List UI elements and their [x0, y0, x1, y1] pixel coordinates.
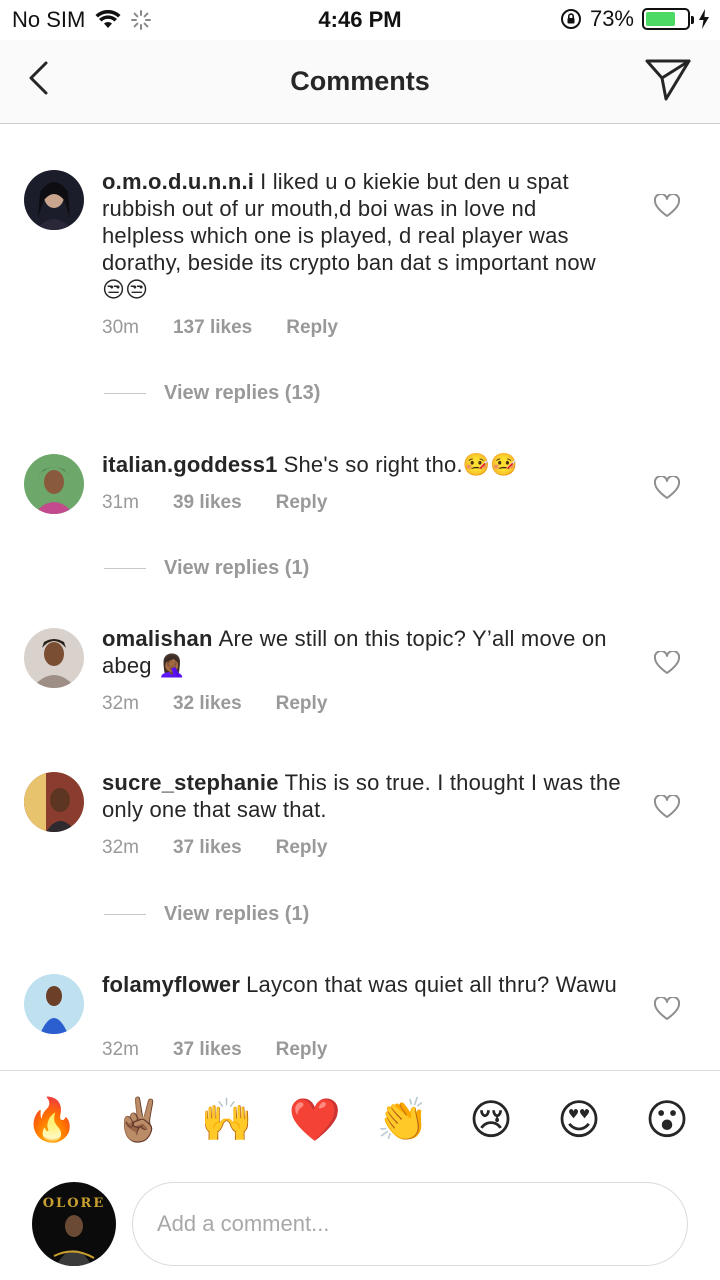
view-replies-label[interactable]: View replies (1): [164, 903, 309, 926]
comment-likes[interactable]: 37 likes: [173, 837, 242, 859]
emoji-bar-divider: [0, 1070, 720, 1071]
comment-meta: 30m 137 likes Reply: [102, 317, 372, 339]
reply-button[interactable]: Reply: [276, 693, 328, 715]
battery-icon: [642, 8, 694, 30]
comment-body: Laycon that was quiet all thru? Wawu: [246, 972, 617, 997]
crying-face-emoji-button[interactable]: 😢: [461, 1090, 521, 1150]
view-replies-button[interactable]: View replies (1): [104, 557, 309, 580]
comments-header: Comments: [0, 40, 720, 124]
view-replies-line: [104, 914, 146, 915]
comment-text: o.m.o.d.u.n.n.i I liked u o kiekie but de…: [102, 168, 622, 303]
reply-button[interactable]: Reply: [276, 1039, 328, 1061]
heart-icon[interactable]: [654, 795, 680, 819]
battery-percent: 73%: [589, 6, 634, 31]
comment-meta: 31m 39 likes Reply: [102, 492, 361, 514]
emoji-quick-bar: 🔥 ✌🏽 🙌 ❤️ 👏 😢 😍 😮: [0, 1090, 720, 1154]
red-heart-emoji-button[interactable]: ❤️: [285, 1090, 345, 1150]
comment-username[interactable]: italian.goddess1: [102, 452, 278, 477]
my-avatar[interactable]: OLORE: [32, 1182, 116, 1266]
heart-icon[interactable]: [654, 997, 680, 1021]
avatar[interactable]: [24, 974, 84, 1034]
comment-username[interactable]: omalishan: [102, 626, 213, 651]
comment-text: omalishan Are we still on this topic? Y’a…: [102, 625, 622, 679]
heart-icon[interactable]: [654, 651, 680, 675]
view-replies-label[interactable]: View replies (1): [164, 557, 309, 580]
comment-meta: 32m 37 likes Reply: [102, 1039, 361, 1061]
raised-hands-emoji-button[interactable]: 🙌: [197, 1090, 257, 1150]
comments-list: o.m.o.d.u.n.n.i I liked u o kiekie but de…: [0, 124, 720, 1070]
view-replies-line: [104, 568, 146, 569]
comment-likes[interactable]: 32 likes: [173, 693, 242, 715]
reply-button[interactable]: Reply: [276, 837, 328, 859]
view-replies-button[interactable]: View replies (13): [104, 382, 320, 405]
paper-plane-icon[interactable]: [644, 56, 692, 102]
heart-icon[interactable]: [654, 194, 680, 218]
avatar[interactable]: [24, 772, 84, 832]
status-bar: No SIM 4:46 PM 73%: [0, 0, 720, 40]
view-replies-line: [104, 393, 146, 394]
comment-likes[interactable]: 37 likes: [173, 1039, 242, 1061]
add-comment-input[interactable]: [132, 1182, 688, 1266]
avatar[interactable]: [24, 628, 84, 688]
status-right: 73%: [560, 6, 710, 32]
clapping-hands-emoji-button[interactable]: 👏: [373, 1090, 433, 1150]
comment-time: 32m: [102, 837, 139, 858]
view-replies-label[interactable]: View replies (13): [164, 382, 320, 405]
comment-time: 31m: [102, 492, 139, 513]
comment-time: 32m: [102, 1039, 139, 1060]
fire-emoji-button[interactable]: 🔥: [22, 1090, 82, 1150]
rotation-lock-icon: [560, 9, 581, 29]
battery-level: [646, 12, 676, 26]
comment-username[interactable]: folamyflower: [102, 972, 240, 997]
view-replies-button[interactable]: View replies (1): [104, 903, 309, 926]
comment-username[interactable]: o.m.o.d.u.n.n.i: [102, 169, 254, 194]
reply-button[interactable]: Reply: [276, 492, 328, 514]
comment-username[interactable]: sucre_stephanie: [102, 770, 279, 795]
comment-likes[interactable]: 39 likes: [173, 492, 242, 514]
comment-time: 32m: [102, 693, 139, 714]
open-mouth-emoji-button[interactable]: 😮: [637, 1090, 697, 1150]
page-title: Comments: [290, 66, 430, 96]
victory-hand-emoji-button[interactable]: ✌🏽: [109, 1090, 169, 1150]
comment-likes[interactable]: 137 likes: [173, 317, 252, 339]
avatar[interactable]: [24, 454, 84, 514]
comment-body: She's so right tho.🤒🤒: [283, 452, 518, 477]
comment-time: 30m: [102, 317, 139, 338]
avatar[interactable]: [24, 170, 84, 230]
comment-meta: 32m 37 likes Reply: [102, 837, 361, 859]
charging-bolt-icon: [699, 9, 709, 29]
reply-button[interactable]: Reply: [286, 317, 338, 339]
comment-meta: 32m 32 likes Reply: [102, 693, 361, 715]
comment-text: sucre_stephanie This is so true. I though…: [102, 769, 622, 823]
heart-icon[interactable]: [654, 476, 680, 500]
comment-text: folamyflower Laycon that was quiet all th…: [102, 971, 622, 998]
comment-text: italian.goddess1 She's so right tho.🤒🤒: [102, 451, 622, 478]
heart-eyes-emoji-button[interactable]: 😍: [549, 1090, 609, 1150]
